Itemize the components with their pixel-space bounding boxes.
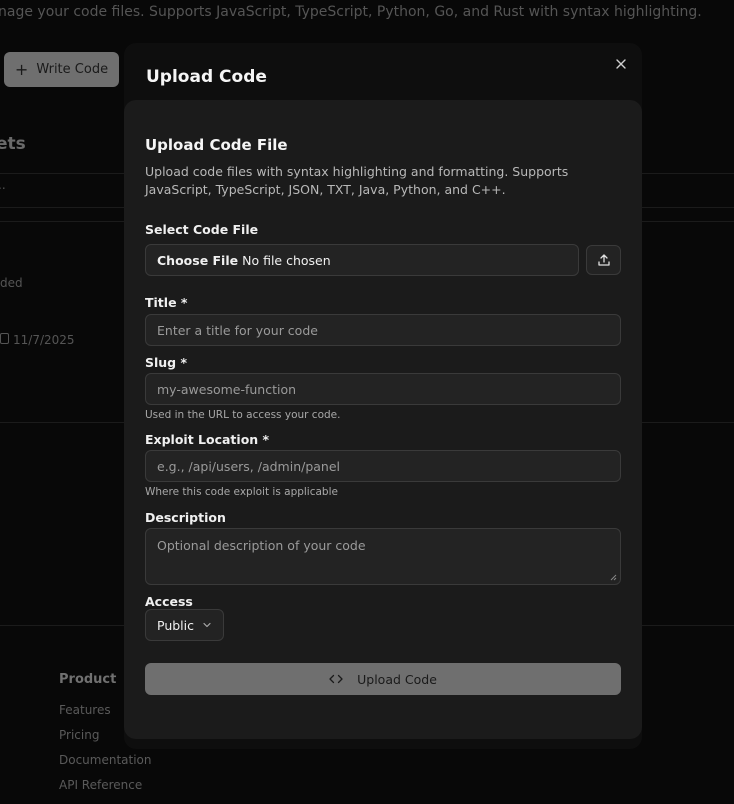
plus-icon: + xyxy=(14,59,29,79)
slug-help-text: Used in the URL to access your code. xyxy=(145,409,341,421)
exploit-location-input[interactable] xyxy=(145,450,621,482)
dialog-title: Upload Code xyxy=(146,67,267,87)
snippet-date: 11/7/2025 xyxy=(13,333,75,347)
chevron-down-icon xyxy=(203,622,211,628)
file-status: No file chosen xyxy=(242,252,331,268)
footer-link-api-reference[interactable]: API Reference xyxy=(59,778,152,803)
upload-icon xyxy=(597,254,610,266)
exploit-location-label: Exploit Location * xyxy=(145,432,270,447)
close-icon xyxy=(616,59,626,69)
description-textarea[interactable] xyxy=(145,528,621,585)
upload-form-card: Upload Code File Upload code files with … xyxy=(124,100,642,739)
upload-code-submit-button[interactable]: Upload Code xyxy=(145,663,621,695)
code-icon xyxy=(329,674,343,684)
write-code-label: Write Code xyxy=(36,62,109,77)
access-select[interactable]: Public xyxy=(145,609,224,641)
upload-code-submit-label: Upload Code xyxy=(357,671,437,687)
section-heading: ets xyxy=(0,134,26,154)
upload-file-button[interactable] xyxy=(586,245,621,275)
access-label: Access xyxy=(145,594,193,609)
write-code-button[interactable]: + Write Code xyxy=(4,52,119,87)
calendar-icon xyxy=(0,333,9,344)
file-input[interactable]: Choose File No file chosen xyxy=(145,244,579,276)
slug-input[interactable] xyxy=(145,373,621,405)
resize-handle-icon[interactable] xyxy=(610,574,617,581)
partial-text: .. xyxy=(0,178,6,192)
partial-text: ded xyxy=(0,276,23,290)
footer-link-documentation[interactable]: Documentation xyxy=(59,753,152,778)
page-description: nage your code files. Supports JavaScrip… xyxy=(0,4,702,20)
file-label: Select Code File xyxy=(145,222,259,237)
choose-file-button[interactable]: Choose File xyxy=(157,253,238,268)
card-description: Upload code files with syntax highlighti… xyxy=(145,164,569,197)
card-title: Upload Code File xyxy=(145,136,288,154)
description-label: Description xyxy=(145,510,226,525)
slug-label: Slug * xyxy=(145,355,188,370)
access-selected-value: Public xyxy=(157,617,194,633)
title-input[interactable] xyxy=(145,314,621,346)
title-label: Title * xyxy=(145,295,188,310)
close-button[interactable] xyxy=(612,55,630,73)
exploit-location-help-text: Where this code exploit is applicable xyxy=(145,486,338,498)
upload-code-dialog: Upload Code Upload Code File Upload code… xyxy=(124,43,642,749)
